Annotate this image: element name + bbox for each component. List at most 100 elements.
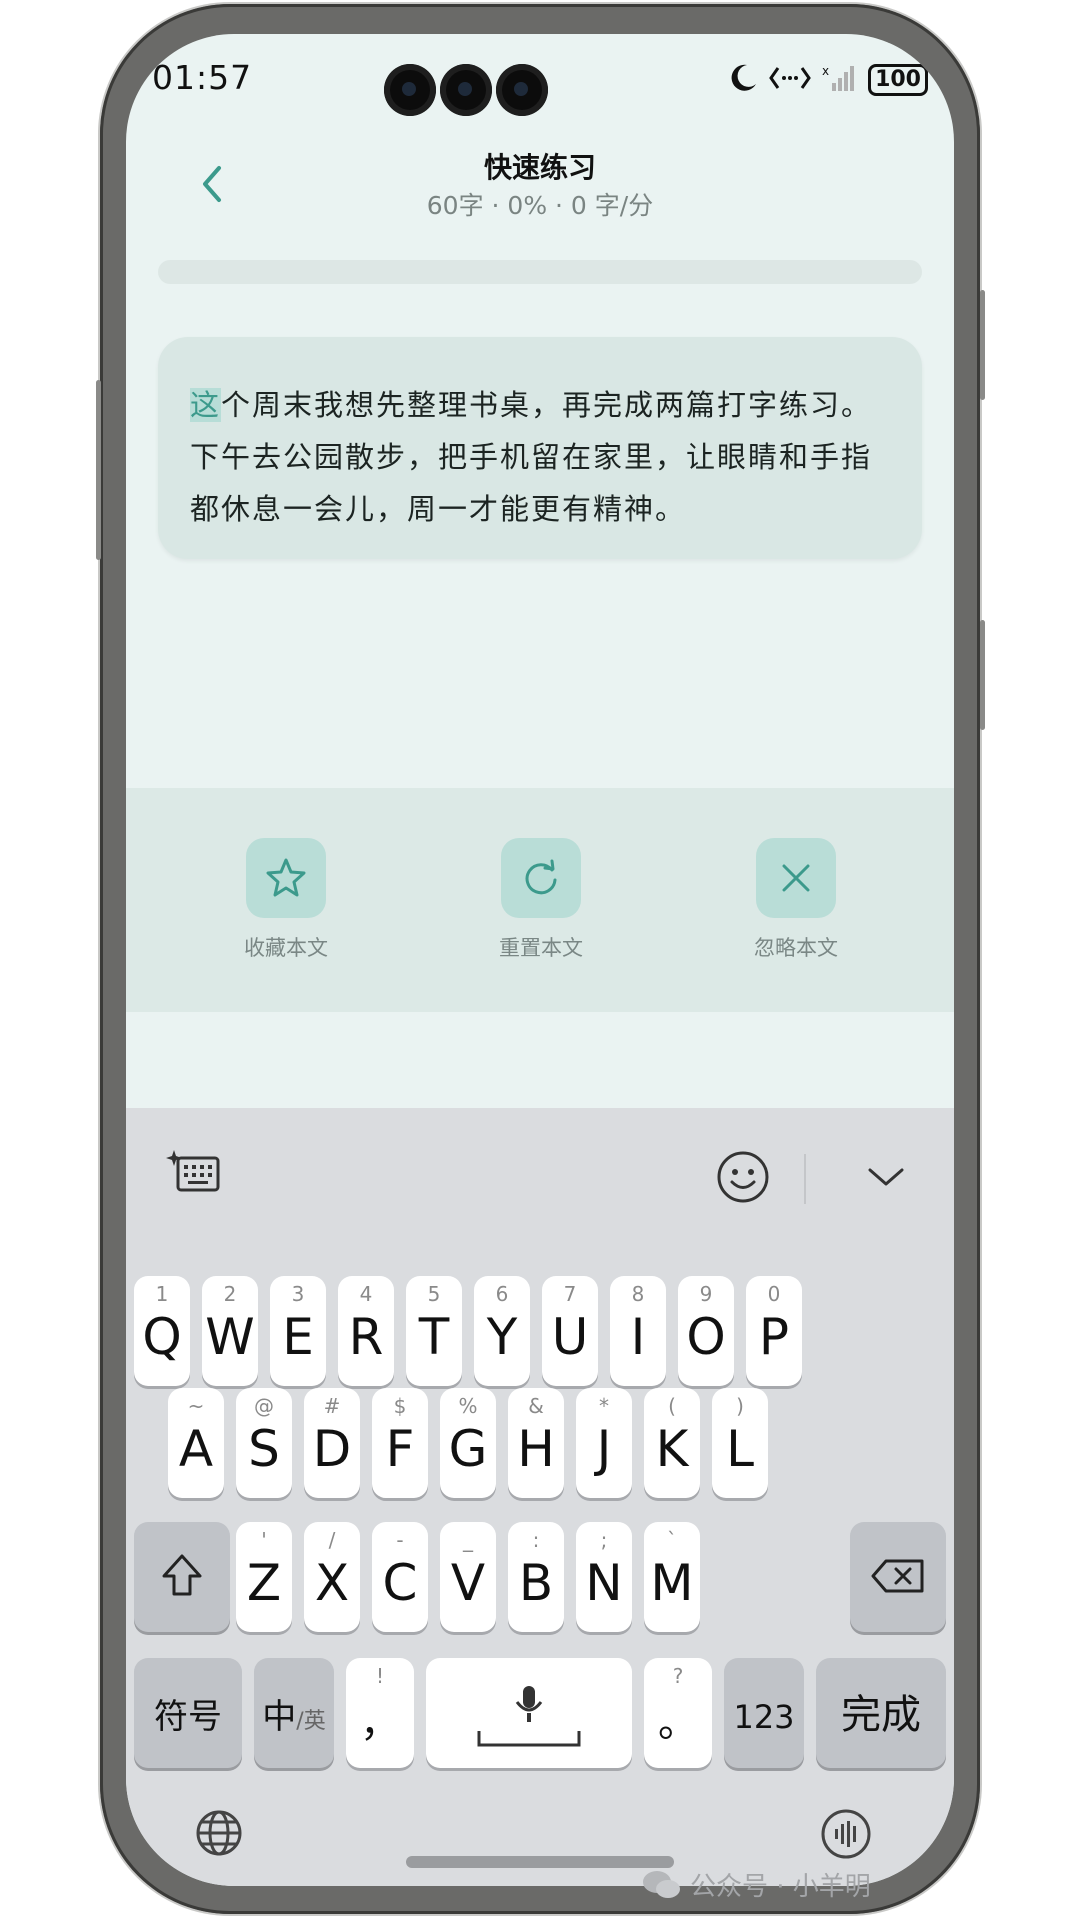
key-z[interactable]: ' Z bbox=[236, 1522, 292, 1632]
key-m[interactable]: ` M bbox=[644, 1522, 700, 1632]
key-label: R bbox=[348, 1308, 384, 1366]
signal-icon: x bbox=[822, 63, 858, 97]
keyboard-toolbar bbox=[126, 1108, 954, 1238]
camera-lens-1 bbox=[384, 64, 436, 116]
key-d[interactable]: # D bbox=[304, 1388, 360, 1498]
key-label: W bbox=[205, 1308, 255, 1366]
lang-main-label: 中 bbox=[262, 1697, 297, 1737]
key-hint: 5 bbox=[427, 1282, 441, 1306]
close-icon bbox=[756, 838, 836, 918]
globe-icon[interactable] bbox=[194, 1808, 244, 1862]
backspace-key[interactable] bbox=[850, 1522, 946, 1632]
symbol-key[interactable]: 符号 bbox=[134, 1658, 242, 1768]
symbol-key-label: 符号 bbox=[154, 1697, 222, 1737]
key-label: P bbox=[758, 1308, 790, 1366]
key-e[interactable]: 3E bbox=[270, 1276, 326, 1386]
key-n[interactable]: ; N bbox=[576, 1522, 632, 1632]
key-hint: _ bbox=[463, 1528, 473, 1552]
key-label: S bbox=[248, 1420, 280, 1478]
volume-button bbox=[980, 290, 985, 400]
side-button-left bbox=[96, 380, 101, 560]
action-panel: 收藏本文 重置本文 忽略本文 bbox=[126, 788, 954, 1012]
key-j[interactable]: * J bbox=[576, 1388, 632, 1498]
done-key-label: 完成 bbox=[841, 1692, 921, 1738]
key-label: J bbox=[596, 1420, 612, 1478]
key-w[interactable]: 2W bbox=[202, 1276, 258, 1386]
key-hint: / bbox=[328, 1528, 336, 1552]
numbers-key[interactable]: 123 bbox=[724, 1658, 804, 1768]
period-key[interactable]: ? 。 bbox=[644, 1658, 712, 1768]
numbers-key-label: 123 bbox=[733, 1698, 795, 1736]
reset-button[interactable]: 重置本文 bbox=[461, 838, 621, 962]
voice-input-icon[interactable] bbox=[820, 1808, 872, 1864]
period-key-hint: ? bbox=[672, 1664, 684, 1688]
key-x[interactable]: / X bbox=[304, 1522, 360, 1632]
key-hint: ) bbox=[736, 1394, 744, 1418]
page-subtitle: 60字 · 0% · 0 字/分 bbox=[426, 191, 654, 220]
microphone-icon bbox=[515, 1686, 543, 1722]
done-key[interactable]: 完成 bbox=[816, 1658, 946, 1768]
key-hint: : bbox=[532, 1528, 540, 1552]
key-t[interactable]: 5T bbox=[406, 1276, 462, 1386]
key-hint: 7 bbox=[563, 1282, 577, 1306]
key-hint: ; bbox=[600, 1528, 608, 1552]
key-label: O bbox=[686, 1308, 726, 1366]
key-hint: 6 bbox=[495, 1282, 509, 1306]
key-g[interactable]: % G bbox=[440, 1388, 496, 1498]
key-hint: @ bbox=[254, 1394, 274, 1418]
key-hint: 1 bbox=[155, 1282, 169, 1306]
key-k[interactable]: (K bbox=[644, 1388, 700, 1498]
key-l[interactable]: ) L bbox=[712, 1388, 768, 1498]
moon-icon bbox=[728, 62, 758, 98]
shift-key[interactable] bbox=[134, 1522, 230, 1632]
key-hint: ( bbox=[668, 1394, 676, 1418]
watermark: 公众号 · 小羊明 bbox=[642, 1866, 871, 1903]
key-a[interactable]: ~ A bbox=[168, 1388, 224, 1498]
key-hint: * bbox=[599, 1394, 609, 1418]
key-hint: $ bbox=[393, 1394, 407, 1418]
comma-key[interactable]: ! ， bbox=[346, 1658, 414, 1768]
key-r[interactable]: 4R bbox=[338, 1276, 394, 1386]
favorite-label: 收藏本文 bbox=[244, 936, 328, 960]
key-y[interactable]: 6Y bbox=[474, 1276, 530, 1386]
key-hint: ' bbox=[261, 1528, 267, 1552]
favorite-button[interactable]: 收藏本文 bbox=[206, 838, 366, 962]
key-f[interactable]: $ F bbox=[372, 1388, 428, 1498]
key-q[interactable]: 1Q bbox=[134, 1276, 190, 1386]
practice-text: 这个周末我想先整理书桌，再完成两篇打字练习。下午去公园散步，把手机留在家里，让眼… bbox=[190, 379, 890, 535]
key-hint: ~ bbox=[187, 1394, 205, 1418]
ignore-button[interactable]: 忽略本文 bbox=[716, 838, 876, 962]
key-i[interactable]: 8I bbox=[610, 1276, 666, 1386]
key-hint: ` bbox=[667, 1528, 677, 1552]
keyboard-settings-icon[interactable] bbox=[164, 1148, 222, 1202]
key-c[interactable]: -C bbox=[372, 1522, 428, 1632]
lang-sub-label: /英 bbox=[296, 1709, 326, 1734]
key-hint: 3 bbox=[291, 1282, 305, 1306]
key-hint: 8 bbox=[631, 1282, 645, 1306]
space-key[interactable] bbox=[426, 1658, 632, 1768]
home-indicator[interactable] bbox=[406, 1856, 674, 1868]
key-h[interactable]: & H bbox=[508, 1388, 564, 1498]
key-hint: - bbox=[396, 1528, 404, 1552]
key-label: L bbox=[726, 1420, 754, 1478]
practice-text-card: 这个周末我想先整理书桌，再完成两篇打字练习。下午去公园散步，把手机留在家里，让眼… bbox=[158, 337, 922, 559]
emoji-icon[interactable] bbox=[716, 1150, 770, 1208]
key-v[interactable]: _ V bbox=[440, 1522, 496, 1632]
toolbar-divider bbox=[804, 1154, 806, 1204]
power-button bbox=[980, 620, 985, 730]
language-switch-label: 中/英 bbox=[254, 1689, 334, 1738]
watermark-text: 公众号 · 小羊明 bbox=[690, 1872, 871, 1902]
key-o[interactable]: 9O bbox=[678, 1276, 734, 1386]
key-label: G bbox=[448, 1420, 488, 1478]
language-switch-key[interactable]: 中/英 bbox=[254, 1658, 334, 1768]
key-label: Z bbox=[246, 1554, 282, 1612]
key-label: V bbox=[450, 1554, 486, 1612]
key-b[interactable]: :B bbox=[508, 1522, 564, 1632]
status-icons: x 100 bbox=[728, 60, 928, 100]
key-hint: % bbox=[458, 1394, 478, 1418]
key-p[interactable]: 0P bbox=[746, 1276, 802, 1386]
hide-keyboard-icon[interactable] bbox=[866, 1166, 906, 1194]
key-s[interactable]: @ S bbox=[236, 1388, 292, 1498]
key-label: A bbox=[178, 1420, 214, 1478]
key-u[interactable]: 7U bbox=[542, 1276, 598, 1386]
